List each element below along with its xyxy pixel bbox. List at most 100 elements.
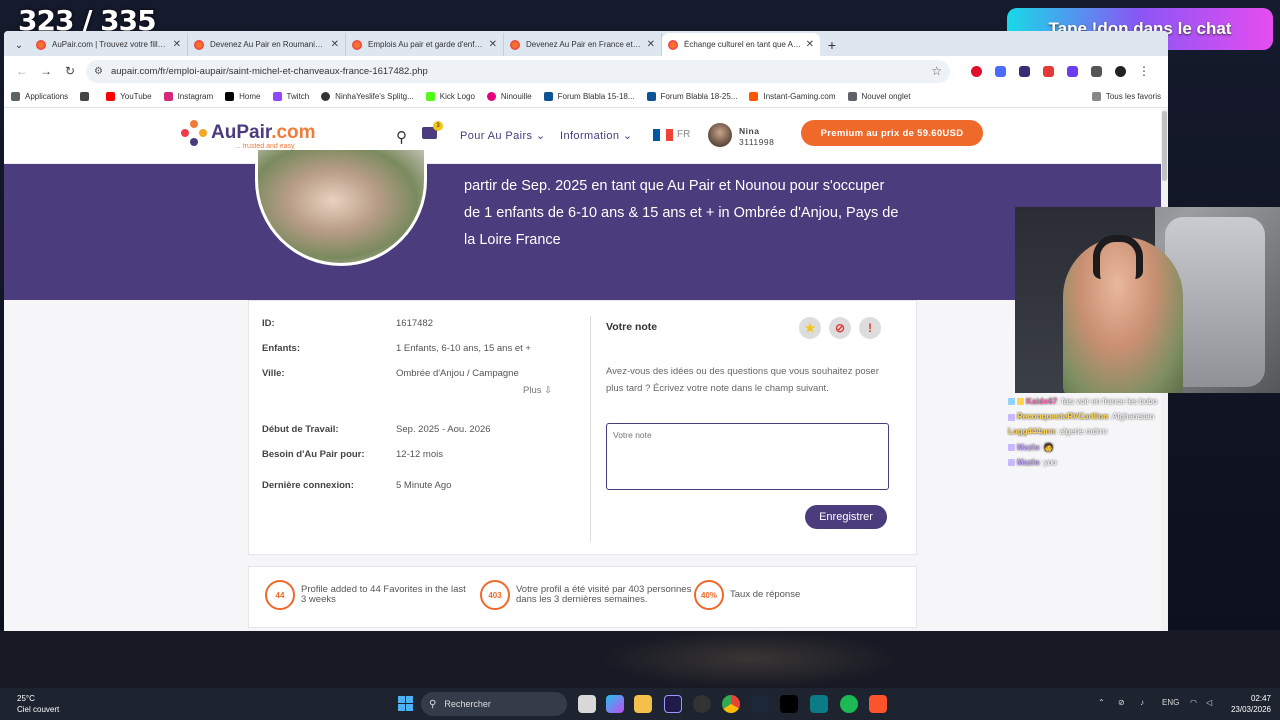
browser-menu-icon[interactable]: ⋮: [1132, 59, 1156, 83]
tab-4-active[interactable]: Échange culturel en tant que Au Pair ✕: [662, 33, 820, 56]
bookmark-item[interactable]: Applications: [11, 92, 68, 101]
scrollbar-thumb[interactable]: [1162, 111, 1167, 181]
bookmark-item[interactable]: Forum Blabla 18-25...: [646, 92, 737, 101]
tab-1[interactable]: Devenez Au Pair en Roumanie en 2025✕: [188, 33, 346, 56]
chat-message: ReconquesteRVCarillon: Afghanistan: [1008, 409, 1218, 424]
reload-icon[interactable]: ↻: [58, 59, 82, 83]
close-icon[interactable]: ✕: [806, 39, 814, 50]
tab-3[interactable]: Devenez Au Pair en France et trouvez✕: [504, 33, 662, 56]
report-icon[interactable]: !: [859, 317, 881, 339]
bookmark-grid[interactable]: [80, 92, 94, 101]
system-clock[interactable]: 02:47 23/03/2026: [1231, 693, 1271, 715]
profile-photo[interactable]: [255, 150, 427, 266]
folder-icon: [1091, 92, 1101, 101]
ninouille-icon: [486, 92, 496, 101]
red-extension-icon[interactable]: [1036, 59, 1060, 83]
forward-icon[interactable]: →: [34, 59, 58, 83]
weather-widget[interactable]: 25°C Ciel couvert: [17, 693, 59, 715]
stat-visits: 403 Votre profil a été visité par 403 per…: [480, 580, 692, 610]
app-s-icon[interactable]: [810, 695, 828, 713]
apps-grid-icon: [11, 92, 20, 101]
dark-extension-icon[interactable]: [1012, 59, 1036, 83]
youtube-icon: [106, 92, 116, 101]
microphone-icon[interactable]: ♪: [1140, 698, 1144, 707]
site-info-icon[interactable]: ⚙: [94, 66, 103, 77]
bookmark-star-icon[interactable]: ☆: [931, 64, 942, 78]
premiere-icon[interactable]: [664, 695, 682, 713]
opera-extension-icon[interactable]: [964, 59, 988, 83]
input-language[interactable]: ENG: [1162, 698, 1179, 707]
bookmark-item[interactable]: Nouvel onglet: [847, 92, 910, 101]
chat-message: Logg444ann: algerie mdrrrr: [1008, 427, 1108, 437]
copilot-icon[interactable]: [606, 695, 624, 713]
obs-icon[interactable]: [693, 695, 711, 713]
close-icon[interactable]: ✕: [647, 39, 655, 50]
stream-camera-area: [0, 630, 1280, 688]
search-icon: ⚲: [429, 698, 437, 710]
tab-2[interactable]: Emplois Au pair et garde d'enfants ✕: [346, 33, 504, 56]
address-bar[interactable]: ⚙ aupair.com/fr/emploi-aupair/saint-mich…: [86, 59, 950, 83]
extensions-puzzle-icon[interactable]: [1084, 59, 1108, 83]
close-icon[interactable]: ✕: [173, 39, 181, 50]
more-link[interactable]: Plus ⇩: [523, 385, 552, 396]
note-description: Avez-vous des idées ou des questions que…: [606, 366, 879, 394]
aupair-favicon-icon: [510, 39, 520, 50]
tray-chevron-icon[interactable]: ⌃: [1098, 698, 1105, 707]
task-view-icon[interactable]: [578, 695, 596, 713]
chat-message: Mazlo: 🧑: [1008, 440, 1218, 455]
mail-icon[interactable]: 3: [422, 121, 443, 139]
bookmark-item[interactable]: Forum Blabla 15-18...: [543, 92, 635, 101]
favorite-star-icon[interactable]: ★: [799, 317, 821, 339]
windows-start-icon[interactable]: [398, 696, 413, 711]
tray-network-off-icon[interactable]: ⊘: [1118, 698, 1125, 707]
back-icon[interactable]: ←: [10, 59, 34, 83]
mail-badge: 3: [433, 121, 443, 131]
steam-icon[interactable]: [751, 695, 769, 713]
user-info[interactable]: Nina 3111998: [739, 126, 774, 148]
file-explorer-icon[interactable]: [634, 695, 652, 713]
aupair-logo[interactable]: AuPair.com ... trusted and easy: [181, 120, 316, 150]
bookmark-item[interactable]: Instant-Gaming.com: [749, 92, 836, 101]
france-flag-icon[interactable]: [653, 129, 674, 141]
bookmark-item[interactable]: Ninouille: [486, 92, 532, 101]
url-text[interactable]: aupair.com/fr/emploi-aupair/saint-michel…: [111, 66, 931, 77]
kick-icon: [425, 92, 435, 101]
save-note-button[interactable]: Enregistrer: [805, 505, 887, 529]
wifi-icon[interactable]: ◠: [1190, 698, 1197, 707]
close-icon[interactable]: ✕: [489, 39, 497, 50]
all-bookmarks[interactable]: Tous les favoris: [1091, 92, 1161, 101]
close-icon[interactable]: ✕: [331, 39, 339, 50]
chrome-icon[interactable]: [722, 695, 740, 713]
menu-pour-au-pairs[interactable]: Pour Au Pairs ⌄: [460, 129, 546, 142]
search-icon[interactable]: ⚲: [396, 128, 407, 146]
profile-hero: partir de Sep. 2025 en tant que Au Pair …: [4, 150, 1168, 300]
note-actions: ★ ⊘ !: [799, 317, 881, 339]
taskbar-search[interactable]: ⚲ Rechercher: [421, 692, 567, 716]
bookmark-item[interactable]: Home: [225, 92, 261, 101]
tab-search-icon[interactable]: ⌄: [8, 34, 30, 56]
menu-information[interactable]: Information ⌄: [560, 129, 633, 142]
bookmark-item[interactable]: Instagram: [163, 92, 213, 101]
site-header: AuPair.com ... trusted and easy ⚲ 3 Pour…: [4, 108, 1168, 164]
profile-avatar-icon[interactable]: [1108, 59, 1132, 83]
profile-stats: 44 Profile added to 44 Favorites in the l…: [248, 566, 917, 628]
bookmark-item[interactable]: NinhaYeslife's Splitg...: [321, 92, 414, 101]
shield-extension-icon[interactable]: [1060, 59, 1084, 83]
spotify-icon[interactable]: [840, 695, 858, 713]
volume-icon[interactable]: ◁: [1206, 698, 1212, 707]
new-tab-button[interactable]: +: [820, 33, 844, 56]
avatar[interactable]: [708, 123, 732, 147]
brave-icon[interactable]: [869, 695, 887, 713]
audio-extension-icon[interactable]: [988, 59, 1012, 83]
tiktok-icon[interactable]: [780, 695, 798, 713]
language-label[interactable]: FR: [677, 129, 690, 140]
block-icon[interactable]: ⊘: [829, 317, 851, 339]
bookmark-item[interactable]: Twitch: [272, 92, 309, 101]
tab-0[interactable]: AuPair.com | Trouvez votre fille au pair…: [30, 33, 188, 56]
bookmark-item[interactable]: Kick Logo: [425, 92, 475, 101]
note-textarea[interactable]: [606, 423, 889, 490]
stat-response-rate: 40% Taux de réponse: [694, 580, 840, 610]
premium-button[interactable]: Premium au prix de 59.60USD: [801, 120, 983, 146]
bookmark-item[interactable]: YouTube: [106, 92, 152, 101]
x-icon: [225, 92, 235, 101]
